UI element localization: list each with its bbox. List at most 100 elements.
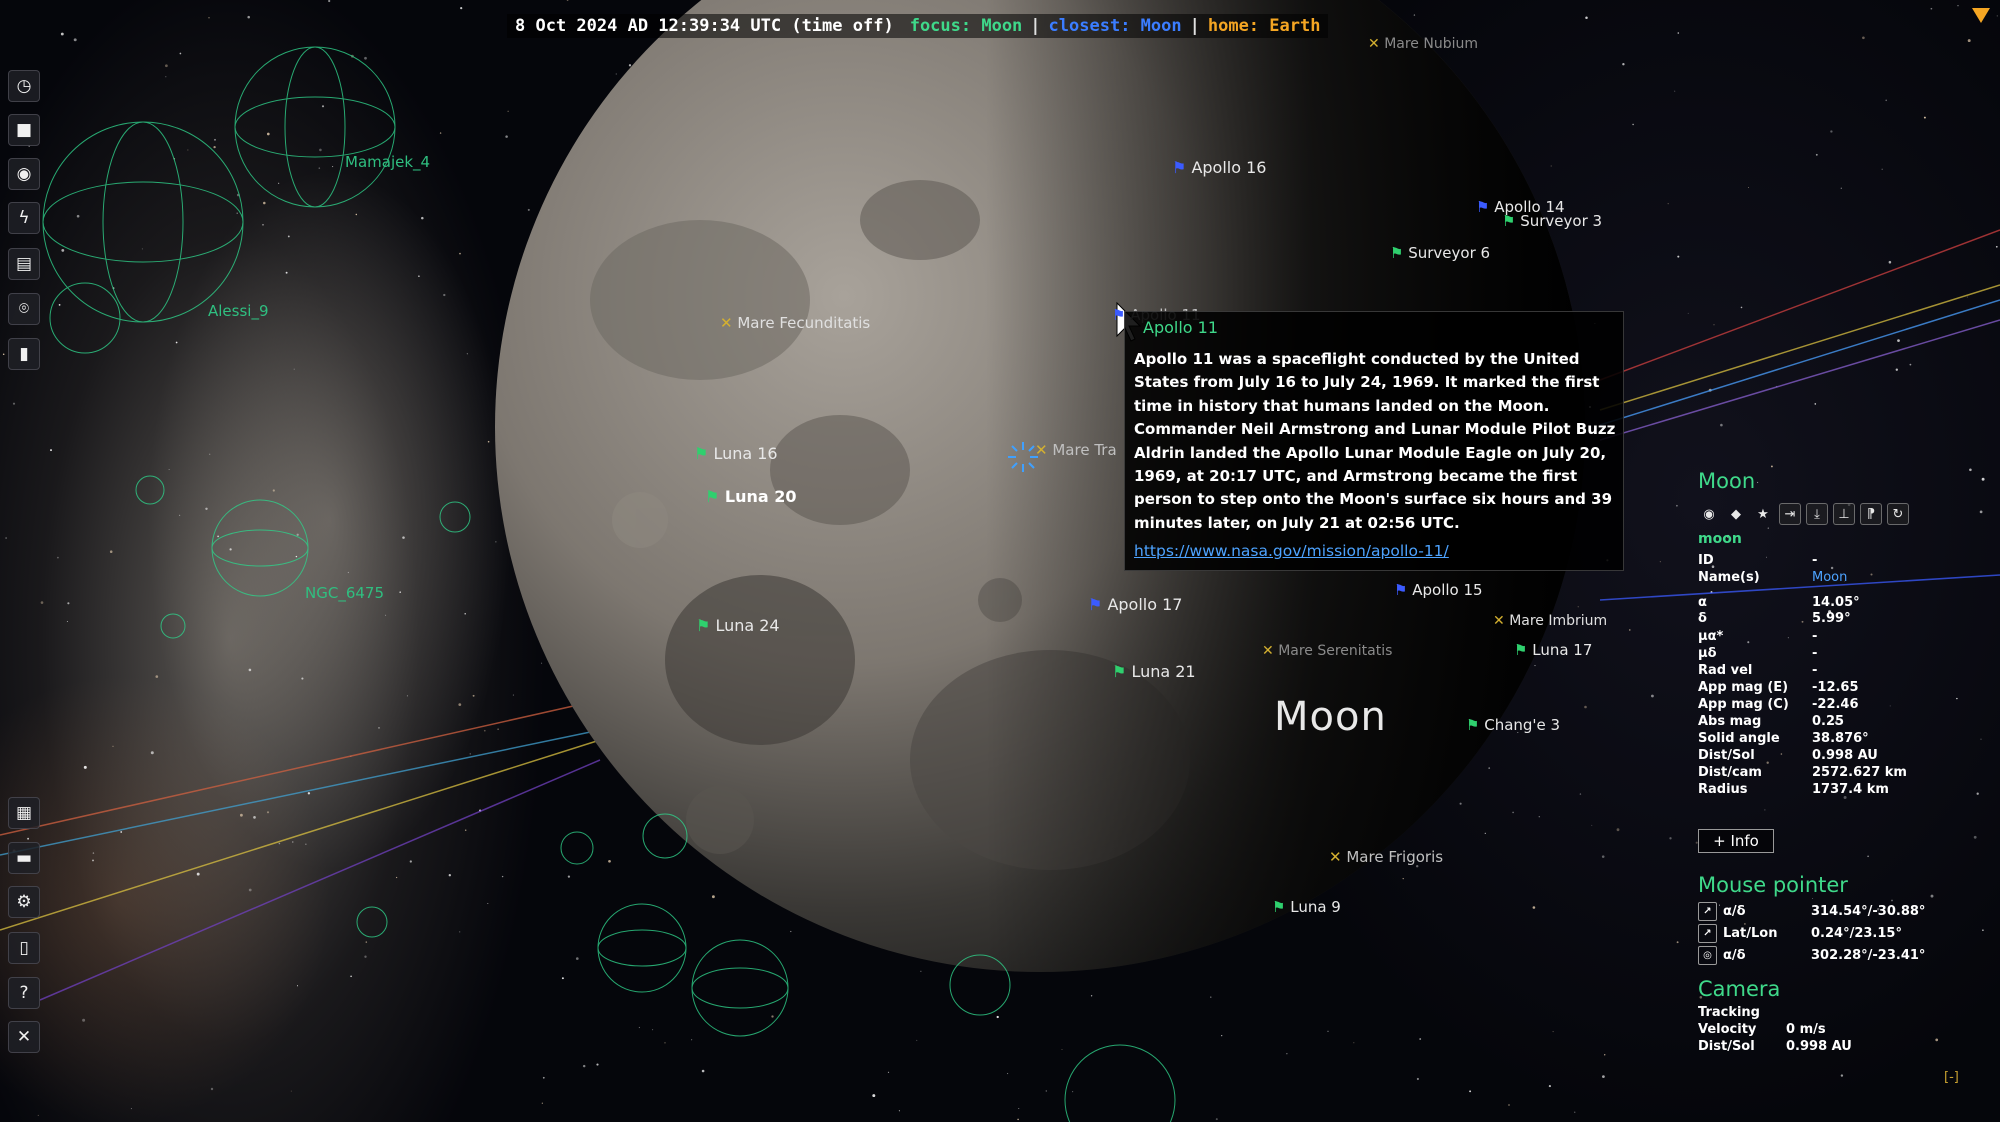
help-icon: ?	[19, 983, 29, 1003]
star	[790, 930, 792, 933]
landing-site-label[interactable]: ⚑ Apollo 17	[1088, 595, 1182, 614]
warning-icon[interactable]	[1972, 8, 1990, 23]
landing-site-label[interactable]: ⚑ Apollo 15	[1394, 581, 1483, 599]
settings-button[interactable]: ⚙	[8, 886, 40, 918]
mare-label: ✕ Mare Fecunditatis	[720, 314, 871, 332]
mouse-row: ◎ α/δ 302.28°/-23.41°	[1698, 946, 1925, 965]
star	[236, 212, 238, 214]
star	[385, 614, 387, 616]
star	[1632, 123, 1634, 126]
landing-site-label[interactable]: ⚑ Luna 9	[1272, 898, 1341, 916]
info-row: δ 5.99°	[1698, 611, 1851, 626]
star-icon[interactable]: ★	[1752, 503, 1774, 525]
load-button[interactable]: ▬	[8, 842, 40, 874]
visibility-icon: ◉	[16, 164, 32, 184]
star	[409, 860, 412, 863]
exit-button[interactable]: ✕	[8, 1021, 40, 1053]
star	[1867, 855, 1869, 858]
star	[2, 353, 5, 356]
star	[1604, 1054, 1606, 1056]
star	[82, 1018, 86, 1022]
star	[328, 0, 331, 3]
mouse-pointer-title: Mouse pointer	[1698, 873, 1848, 897]
star	[1930, 894, 1934, 898]
star	[60, 32, 64, 36]
help-button[interactable]: ?	[8, 977, 40, 1009]
info-row: Rad vel -	[1698, 663, 1818, 678]
star	[1577, 606, 1579, 608]
time-button[interactable]: ◷	[8, 70, 40, 102]
star	[1574, 1111, 1576, 1113]
star	[1602, 1075, 1605, 1078]
camera-button[interactable]: ■	[8, 114, 40, 146]
more-info-button[interactable]: + Info	[1698, 829, 1774, 853]
tooltip-link[interactable]: https://www.nasa.gov/mission/apollo-11/	[1134, 542, 1449, 560]
landing-site-label[interactable]: ⚑ Luna 17	[1514, 641, 1592, 659]
star	[1888, 260, 1892, 264]
star	[253, 816, 256, 819]
star	[1870, 573, 1873, 576]
separator: |	[1189, 16, 1200, 36]
landing-site-label[interactable]: ⚑ Surveyor 3	[1502, 212, 1602, 230]
proc-gen-icon[interactable]: ⁋	[1860, 503, 1882, 525]
map-button[interactable]: ▦	[8, 797, 40, 829]
star	[448, 874, 451, 877]
sim-time[interactable]: 8 Oct 2024 AD 12:39:34 UTC (time off)	[515, 16, 910, 36]
separator: |	[1030, 16, 1041, 36]
star	[1488, 767, 1491, 769]
landing-site-label[interactable]: ⚑ Surveyor 6	[1390, 244, 1490, 262]
star	[1579, 793, 1582, 795]
datasets-button[interactable]: ▤	[8, 248, 40, 280]
log-button[interactable]: ▯	[8, 932, 40, 964]
star	[1550, 165, 1552, 167]
landing-site-label[interactable]: ⚑ Luna 21	[1112, 662, 1196, 681]
star	[1830, 130, 1833, 133]
star	[293, 368, 295, 370]
star	[332, 166, 334, 168]
star	[1995, 245, 1998, 248]
land-at-icon[interactable]: ⊥	[1833, 503, 1855, 525]
landing-site-label[interactable]: ⚑ Chang'e 3	[1466, 716, 1560, 734]
star	[240, 813, 243, 817]
star	[566, 0, 569, 1]
star	[464, 829, 467, 831]
star	[266, 811, 270, 814]
star	[527, 208, 530, 211]
landing-site-label[interactable]: ⚑ Luna 24	[696, 616, 780, 635]
refresh-icon[interactable]: ↻	[1887, 503, 1909, 525]
star	[155, 675, 159, 678]
bookmarks-button[interactable]: ▮	[8, 338, 40, 370]
time-icon: ◷	[16, 76, 32, 96]
star	[459, 252, 461, 255]
star	[1508, 1104, 1510, 1106]
tag-icon[interactable]: ◆	[1725, 503, 1747, 525]
go-to-icon[interactable]: ⇥	[1779, 503, 1801, 525]
star	[1045, 1090, 1048, 1092]
star	[575, 957, 579, 960]
info-row: App mag (E) -12.65	[1698, 680, 1859, 695]
star	[1210, 996, 1212, 998]
star	[179, 52, 182, 55]
star	[1484, 832, 1486, 835]
landing-site-label[interactable]: ⚑ Luna 16	[694, 444, 778, 463]
star	[1895, 368, 1898, 371]
star	[1881, 168, 1883, 171]
land-icon[interactable]: ⤓	[1806, 503, 1828, 525]
star	[898, 1110, 900, 1112]
location-button[interactable]: ⌾	[8, 293, 40, 325]
pointer-icon: ↗	[1698, 902, 1717, 921]
star	[318, 167, 321, 169]
star	[421, 216, 424, 220]
landing-site-label[interactable]: ⚑ Apollo 16	[1172, 158, 1266, 177]
graphics-button[interactable]: ϟ	[8, 202, 40, 234]
eye-icon[interactable]: ◉	[1698, 503, 1720, 525]
visibility-button[interactable]: ◉	[8, 158, 40, 190]
star	[179, 514, 181, 516]
star	[1897, 339, 1900, 342]
folder-icon: ▬	[15, 848, 33, 868]
target-icon: ◎	[1698, 946, 1717, 965]
star	[1090, 995, 1093, 997]
collapse-toggle[interactable]: [-]	[1944, 1070, 1959, 1085]
star	[1967, 39, 1971, 43]
landing-site-label[interactable]: ⚑ Luna 20	[705, 487, 797, 506]
